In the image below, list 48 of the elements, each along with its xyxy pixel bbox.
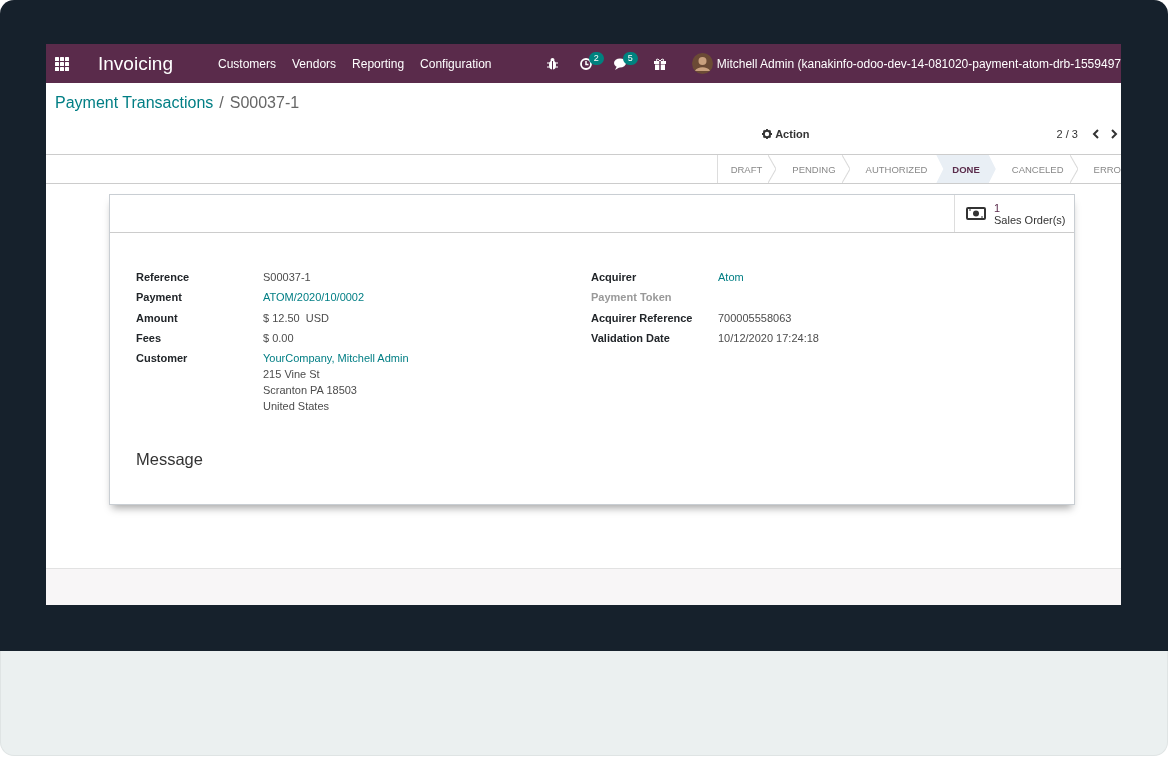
status-step[interactable]: DONE (936, 155, 996, 183)
field-label: Payment (136, 291, 183, 306)
field-value: $ 0.00 (263, 331, 295, 344)
user-name[interactable]: Mitchell Admin (kanakinfo-odoo-dev-14-081020-payment-atom-drb-1559497 (716, 56, 1121, 71)
section-heading: Message (136, 450, 204, 470)
clock-icon[interactable] (579, 57, 592, 70)
activity-badge: 2 (588, 51, 604, 65)
menu-item[interactable]: Configuration (412, 56, 500, 71)
apps-menu-icon[interactable] (55, 56, 69, 71)
next-icon[interactable] (1110, 129, 1118, 139)
address-line: United States (263, 400, 331, 413)
address-line: 215 Vine St (263, 368, 321, 381)
field-label: Acquirer Reference (591, 311, 694, 326)
field-label: Reference (136, 271, 191, 285)
field-value: S00037-1 (263, 271, 312, 283)
status-step[interactable]: AUTHORIZED (849, 155, 937, 183)
bug-icon[interactable] (546, 57, 558, 70)
field-label: Acquirer (591, 271, 638, 285)
previous-icon[interactable] (1092, 129, 1100, 139)
message-badge: 5 (622, 51, 638, 65)
chat-icon[interactable] (613, 57, 628, 70)
field-label: Customer (136, 352, 189, 367)
money-bill-icon (966, 207, 986, 220)
field-link[interactable]: YourCompany, Mitchell Admin (263, 352, 591, 365)
avatar-icon[interactable] (691, 53, 713, 74)
address-line: Scranton PA 18503 (263, 384, 358, 397)
pager-value[interactable]: 2 / 3 (1056, 128, 1078, 140)
field-label: Payment Token (591, 291, 673, 306)
gift-icon[interactable] (653, 57, 666, 70)
field-label: Validation Date (591, 331, 671, 346)
field-value: 10/12/2020 17:24:18 (718, 331, 820, 344)
field-label: Amount (136, 311, 179, 326)
smart-button[interactable]: 1 Sales Order(s) (954, 195, 1074, 232)
status-step[interactable]: ERRO (1077, 155, 1121, 183)
menu-item[interactable]: Vendors (284, 56, 345, 71)
field-value: 700005558063 (718, 311, 793, 324)
breadcrumb-link[interactable]: Payment Transactions (55, 94, 214, 112)
field-label: Fees (136, 331, 163, 346)
menu-item[interactable]: Customers (210, 56, 284, 71)
breadcrumb-separator: / (219, 94, 224, 112)
field-value: $ 12.50 USD (263, 311, 331, 324)
breadcrumb-current: S00037-1 (229, 94, 300, 112)
action-menu-button[interactable]: Action (302, 128, 810, 140)
app-title: Invoicing (98, 52, 173, 75)
menu-item[interactable]: Reporting (344, 56, 413, 71)
field-link[interactable]: ATOM/2020/10/0002 (263, 291, 591, 304)
field-link[interactable]: Atom (718, 271, 1046, 283)
gear-icon (762, 129, 773, 139)
